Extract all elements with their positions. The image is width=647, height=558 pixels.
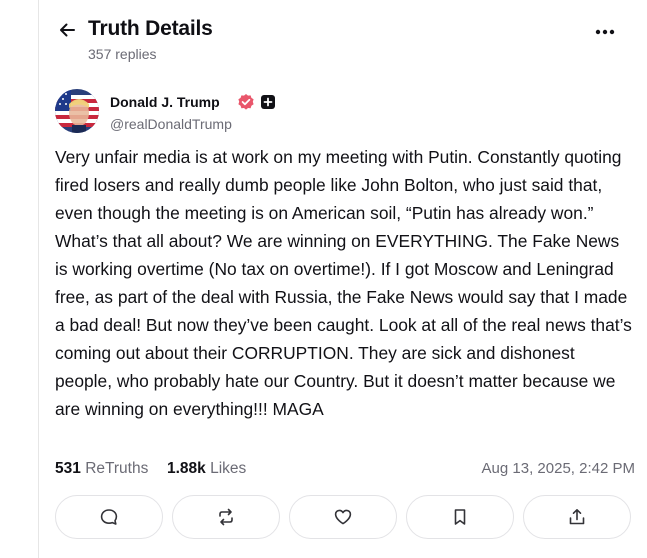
comment-icon: [100, 509, 118, 525]
more-horizontal-icon[interactable]: [592, 22, 618, 42]
author-name[interactable]: Donald J. Trump: [110, 94, 220, 110]
likes-count: 1.88k: [167, 460, 206, 477]
arrow-left-icon[interactable]: [57, 20, 77, 40]
likes-label: Likes: [210, 460, 247, 477]
post-timestamp: Aug 13, 2025, 2:42 PM: [481, 460, 635, 477]
author-info: Donald J. Trump @realDonaldTrump: [55, 89, 615, 135]
repost-icon: [219, 508, 233, 526]
page-title: Truth Details: [88, 17, 213, 40]
reply-button[interactable]: [55, 495, 163, 539]
action-bar: [55, 495, 635, 540]
post-stats: 531 ReTruths 1.88k Likes Aug 13, 2025, 2…: [55, 460, 635, 482]
retruths-count: 531: [55, 460, 81, 477]
avatar[interactable]: [55, 89, 99, 133]
retruths-stat[interactable]: 531 ReTruths: [55, 460, 148, 478]
verified-badge-icon: [238, 94, 254, 110]
post-detail-panel: Truth Details 357 replies Donald J. Trum…: [38, 0, 646, 558]
post-text: Very unfair media is at work on my meeti…: [55, 147, 632, 419]
retruth-button[interactable]: [172, 495, 280, 539]
bookmark-button[interactable]: [406, 495, 514, 539]
likes-stat[interactable]: 1.88k Likes: [167, 460, 246, 478]
page-header: Truth Details 357 replies: [39, 0, 647, 78]
author-handle[interactable]: @realDonaldTrump: [110, 116, 232, 132]
like-button[interactable]: [289, 495, 397, 539]
reply-count: 357 replies: [88, 46, 157, 62]
share-icon: [569, 509, 585, 525]
retruths-label: ReTruths: [85, 460, 149, 477]
heart-icon: [334, 509, 352, 525]
share-button[interactable]: [523, 495, 631, 539]
bookmark-icon: [454, 509, 466, 525]
plus-badge-icon: [261, 95, 275, 109]
